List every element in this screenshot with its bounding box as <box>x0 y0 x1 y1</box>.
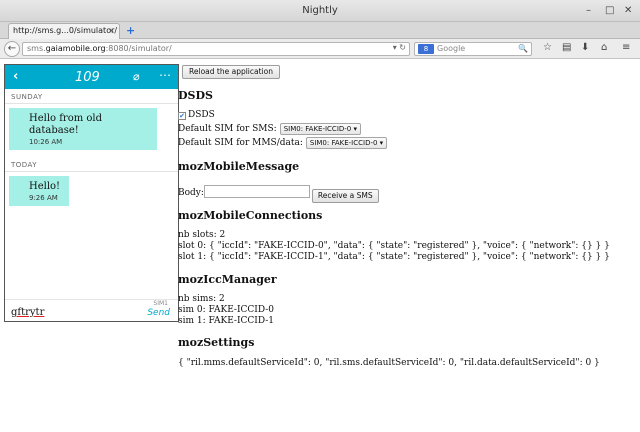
url-domain: gaiamobile.org <box>45 44 106 53</box>
phone-simulator: ‹ 109 ⌀ ⋯ SUNDAY Hello from old database… <box>4 64 179 322</box>
reload-application-button[interactable]: Reload the application <box>182 65 280 79</box>
message-bubble[interactable]: Hello! 9:26 AM <box>9 176 69 206</box>
home-icon[interactable]: ⌂ <box>601 42 607 53</box>
icc-manager-heading: mozIccManager <box>178 273 277 286</box>
message-time: 9:26 AM <box>29 194 58 202</box>
connections-line: slot 1: { "iccId": "FAKE-ICCID-1", "data… <box>178 252 610 262</box>
url-bar[interactable]: sms.gaiamobile.org:8080/simulator/ ▾ ↻ <box>22 42 410 56</box>
day-label-today: TODAY <box>5 161 178 172</box>
window-title: Nightly <box>302 5 338 16</box>
mobile-connections-heading: mozMobileConnections <box>178 209 323 222</box>
sim-label: SIM1 <box>153 300 168 307</box>
message-bubble[interactable]: Hello from old database! 10:26 AM <box>9 108 157 150</box>
body-label: Body: <box>178 188 204 198</box>
url-suffix: :8080/simulator/ <box>105 44 172 53</box>
compose-input[interactable]: gftrytr <box>11 307 44 318</box>
connections-line: slot 0: { "iccId": "FAKE-ICCID-0", "data… <box>178 241 610 251</box>
menu-icon[interactable]: ≡ <box>622 42 630 53</box>
maximize-icon[interactable]: □ <box>605 5 614 17</box>
back-arrow-icon[interactable]: ‹ <box>13 69 18 84</box>
search-icon[interactable]: 🔍 <box>518 44 528 53</box>
more-options-icon[interactable]: ⋯ <box>159 68 172 82</box>
tab-close-icon[interactable]: × <box>108 26 115 35</box>
mms-sim-row: Default SIM for MMS/data: SIM0: FAKE-ICCI… <box>178 137 388 149</box>
settings-heading: mozSettings <box>178 336 255 349</box>
message-time: 10:26 AM <box>29 138 63 146</box>
tab-strip: http://sms.g...0/simulator/ × + <box>0 22 640 39</box>
send-button[interactable]: Send <box>147 308 170 318</box>
message-text: Hello! <box>29 181 61 192</box>
star-icon[interactable]: ☆ <box>543 42 552 53</box>
icc-line: sim 1: FAKE-ICCID-1 <box>178 316 275 326</box>
icc-line: nb sims: 2 <box>178 294 225 304</box>
reload-icon[interactable]: ▾ ↻ <box>393 43 406 52</box>
sms-body-input[interactable] <box>203 185 310 198</box>
sms-sim-label: Default SIM for SMS: <box>178 124 277 134</box>
tab-simulator[interactable]: http://sms.g...0/simulator/ × <box>8 23 120 39</box>
new-tab-icon[interactable]: + <box>126 24 135 37</box>
connections-line: nb slots: 2 <box>178 230 226 240</box>
sms-sim-select[interactable]: SIM0: FAKE-ICCID-0 ▾ <box>279 123 361 135</box>
sms-thread-header: ‹ 109 ⌀ ⋯ <box>5 65 178 89</box>
search-placeholder: Google <box>437 44 466 53</box>
dsds-checkbox-label: DSDS <box>188 110 215 120</box>
minimize-icon[interactable]: – <box>586 5 591 17</box>
tab-label: http://sms.g...0/simulator/ <box>13 26 118 35</box>
day-label-sunday: SUNDAY <box>5 93 178 104</box>
compose-area[interactable]: gftrytr SIM1 Send <box>5 299 178 321</box>
navigation-toolbar: ← sms.gaiamobile.org:8080/simulator/ ▾ ↻… <box>0 39 640 59</box>
icc-line: sim 0: FAKE-ICCID-0 <box>178 305 275 315</box>
sms-sim-row: Default SIM for SMS: SIM0: FAKE-ICCID-0 ▾ <box>178 123 361 135</box>
window-titlebar: Nightly – □ ✕ <box>0 0 640 22</box>
close-window-icon[interactable]: ✕ <box>624 5 632 17</box>
download-icon[interactable]: ⬇ <box>581 42 589 53</box>
sms-body-row: Body: Receive a SMS <box>178 185 379 203</box>
dsds-heading: DSDS <box>178 89 213 102</box>
back-button[interactable]: ← <box>4 41 20 57</box>
url-prefix: sms. <box>27 44 46 53</box>
bookmarks-icon[interactable]: ▤ <box>562 42 571 53</box>
search-engine-icon[interactable]: 8 <box>418 44 434 54</box>
dsds-checkbox[interactable]: ✔ <box>178 112 186 120</box>
mms-sim-label: Default SIM for MMS/data: <box>178 138 303 148</box>
mobile-message-heading: mozMobileMessage <box>178 160 300 173</box>
search-bar[interactable]: 8 Google 🔍 <box>414 42 532 56</box>
attachment-icon[interactable]: ⌀ <box>133 70 140 83</box>
dsds-checkbox-row: ✔ DSDS <box>178 110 215 121</box>
settings-line: { "ril.mms.defaultServiceId": 0, "ril.sm… <box>178 358 600 368</box>
mms-sim-select[interactable]: SIM0: FAKE-ICCID-0 ▾ <box>305 137 388 149</box>
thread-title: 109 <box>75 70 100 85</box>
message-text: Hello from old <box>29 113 103 124</box>
message-text: database! <box>29 125 79 136</box>
receive-sms-button[interactable]: Receive a SMS <box>311 189 379 203</box>
